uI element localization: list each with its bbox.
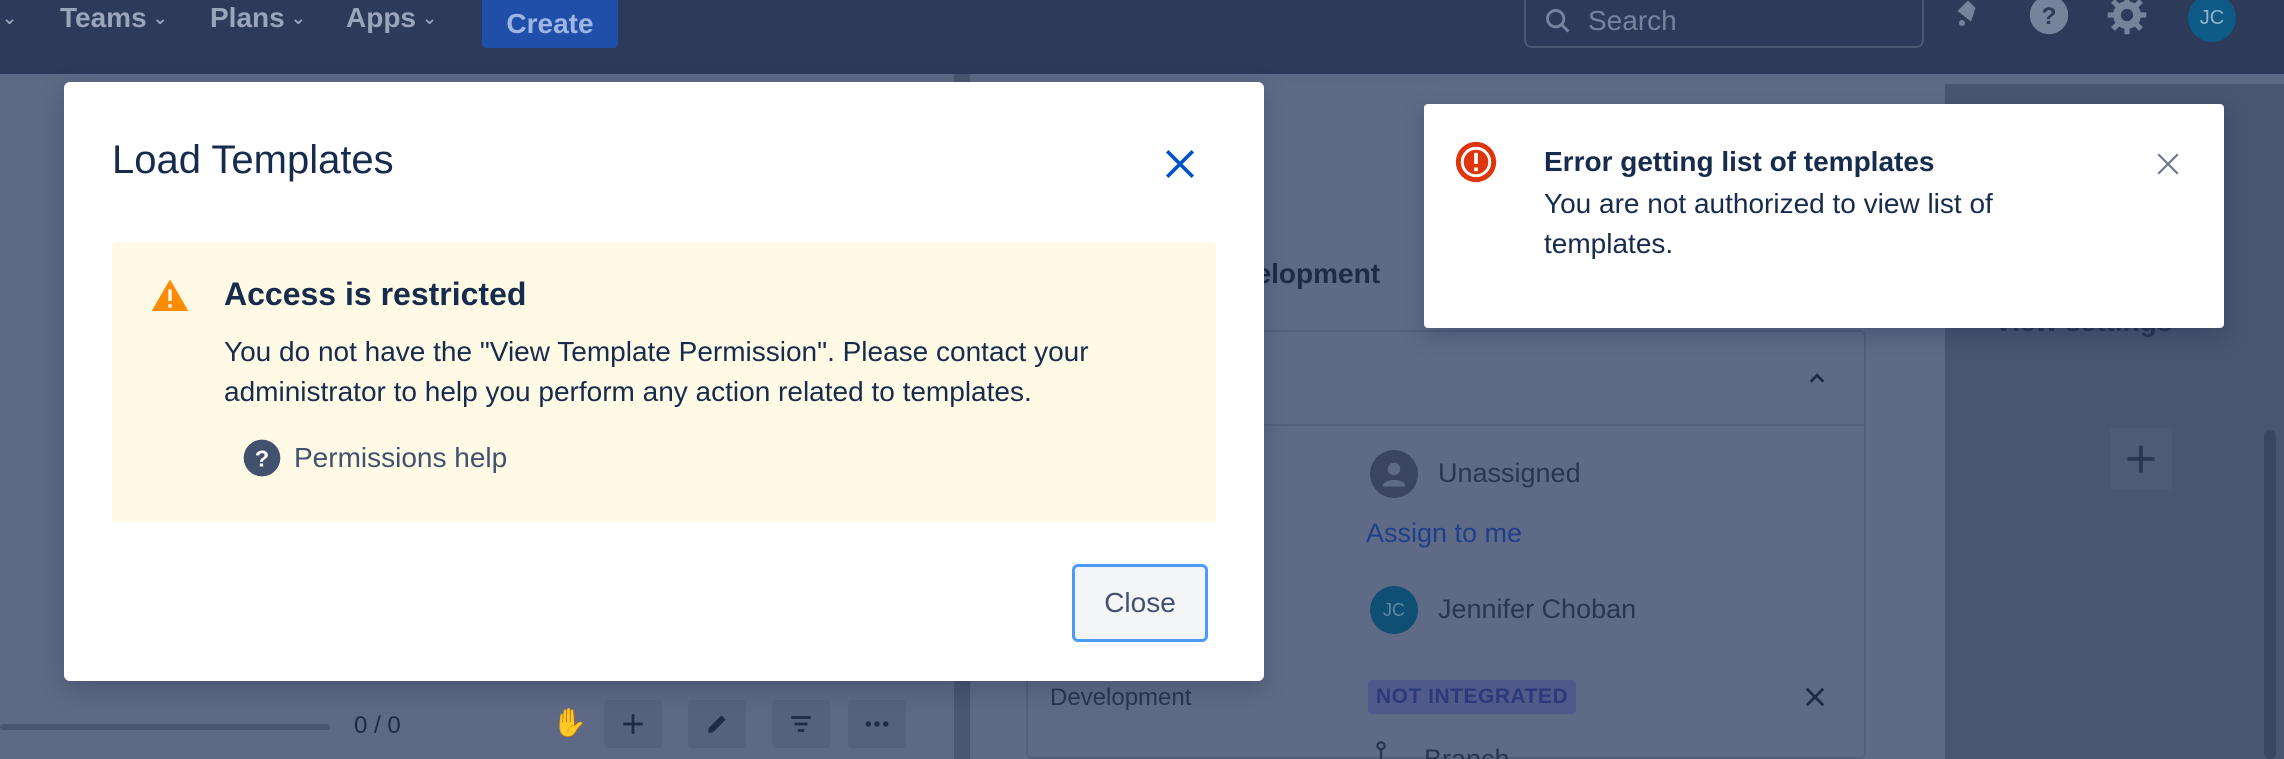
scrollbar[interactable] (2264, 430, 2276, 759)
settings-gear-icon[interactable] (2106, 0, 2148, 36)
nav-plans[interactable]: Plans ⌄ (210, 0, 306, 36)
assign-to-me-link[interactable]: Assign to me (1366, 518, 1522, 549)
permissions-help-link[interactable]: ? Permissions help (242, 436, 507, 480)
search-icon (1546, 9, 1570, 33)
assignee-value: Unassigned (1438, 458, 1581, 488)
close-icon (1165, 149, 1195, 179)
error-icon (1455, 141, 1497, 183)
warning-body: You do not have the "View Template Permi… (224, 336, 1089, 407)
search-placeholder: Search (1588, 5, 1677, 36)
nav-chevron-leftover[interactable]: ⌄ (0, 0, 17, 36)
flag-title: Error getting list of templates (1544, 146, 1935, 177)
edit-toolbar-button[interactable] (688, 700, 746, 748)
warning-title: Access is restricted (224, 276, 527, 312)
svg-text:?: ? (255, 445, 269, 471)
notifications-icon[interactable] (1950, 0, 1986, 32)
user-avatar[interactable]: JC (2188, 0, 2236, 42)
close-button[interactable]: Close (1072, 564, 1208, 642)
person-icon (1382, 462, 1406, 487)
plus-icon (2127, 445, 2155, 473)
branch-icon (1376, 741, 1386, 759)
chevron-down-icon: ⌄ (152, 7, 168, 28)
close-icon[interactable] (1804, 686, 1826, 708)
unassigned-avatar (1370, 450, 1418, 498)
nav-teams-label: Teams (60, 2, 147, 33)
more-toolbar-button[interactable] (848, 700, 906, 748)
search-input[interactable]: Search (1524, 0, 1924, 48)
create-button[interactable]: Create (482, 0, 618, 48)
svg-text:?: ? (2042, 3, 2057, 30)
nav-apps[interactable]: Apps ⌄ (346, 0, 437, 36)
chevron-down-icon: ⌄ (422, 7, 438, 28)
branch-label: Branch (1424, 744, 1510, 759)
add-toolbar-button[interactable] (604, 700, 662, 748)
more-icon (865, 721, 889, 727)
filter-icon (791, 716, 811, 732)
help-icon[interactable]: ? (2028, 0, 2070, 36)
nav-apps-label: Apps (346, 2, 416, 33)
nav-plans-label: Plans (210, 2, 285, 33)
flag-body: You are not authorized to view list of t… (1544, 188, 1993, 259)
chevron-down-icon: ⌄ (290, 7, 306, 28)
flag-dismiss-button[interactable] (2148, 144, 2188, 184)
progress-counter: 0 / 0 (354, 712, 401, 739)
load-templates-modal: Load Templates Access is restricted You … (64, 82, 1264, 681)
reporter-avatar: JC (1370, 586, 1418, 634)
hand-icon: ✋ (552, 707, 587, 738)
access-restricted-warning: Access is restricted You do not have the… (112, 242, 1216, 522)
pencil-icon (708, 715, 726, 733)
modal-title: Load Templates (112, 138, 394, 182)
reporter-name: Jennifer Choban (1438, 594, 1637, 624)
modal-close-button[interactable] (1156, 140, 1204, 188)
close-icon (2157, 153, 2179, 175)
top-navigation: ⌄ Teams ⌄ Plans ⌄ Apps ⌄ Create Search ? JC (0, 0, 2284, 74)
development-label: Development (1050, 684, 1192, 711)
filter-toolbar-button[interactable] (772, 700, 830, 748)
add-button[interactable] (2110, 428, 2172, 490)
development-status-badge: NOT INTEGRATED (1368, 680, 1577, 714)
nav-teams[interactable]: Teams ⌄ (60, 0, 168, 36)
question-circle-icon: ? (243, 439, 281, 477)
chevron-up-icon[interactable] (1806, 368, 1828, 390)
progress-bar (0, 724, 330, 730)
error-flag: Error getting list of templates You are … (1424, 104, 2224, 328)
permissions-help-label: Permissions help (294, 442, 508, 473)
plus-icon (623, 714, 643, 734)
warning-icon (151, 279, 189, 311)
